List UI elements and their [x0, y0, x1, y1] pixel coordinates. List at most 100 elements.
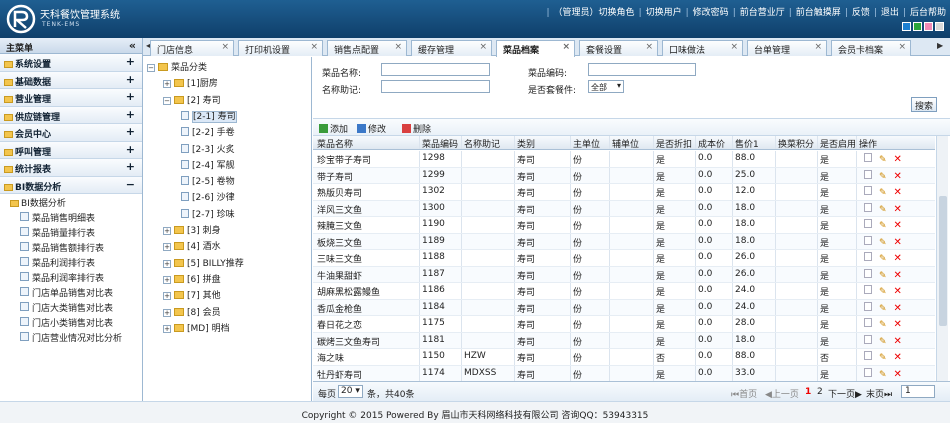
view-detail-icon[interactable] [864, 318, 872, 327]
close-icon[interactable]: × [730, 42, 738, 52]
table-row[interactable]: 三味三文鱼 1188 寿司份是 0.0 26.0 是 ✎ ✕ [313, 250, 935, 267]
bi-report-item[interactable]: 菜品利润率排行表 [0, 269, 142, 284]
close-icon[interactable]: × [221, 42, 229, 52]
bi-report-item[interactable]: 菜品销量排行表 [0, 224, 142, 239]
expand-icon[interactable]: + [126, 73, 135, 86]
table-row[interactable]: 胡麻黑松露鳗鱼 1186 寿司份是 0.0 24.0 是 ✎ ✕ [313, 283, 935, 300]
tab-6[interactable]: 口味做法 × [662, 40, 743, 56]
delete-x-icon[interactable]: ✕ [894, 352, 902, 363]
table-scrollbar[interactable] [936, 136, 948, 381]
table-row[interactable]: 熟版贝寿司 1302 寿司份是 0.0 12.0 是 ✎ ✕ [313, 184, 935, 201]
edit-pencil-icon[interactable]: ✎ [879, 304, 887, 314]
expand-icon[interactable]: + [126, 108, 135, 121]
mnemonic-input[interactable] [381, 80, 490, 93]
nav-link-4[interactable]: 前台触摸屏 [796, 8, 841, 18]
delete-x-icon[interactable]: ✕ [894, 336, 902, 347]
expand-icon[interactable]: + [163, 275, 171, 284]
edit-pencil-icon[interactable]: ✎ [879, 188, 887, 198]
tree-node[interactable]: + [5] BILLY推荐 [163, 256, 244, 269]
delete-x-icon[interactable]: ✕ [894, 220, 902, 231]
edit-pencil-icon[interactable]: ✎ [879, 205, 887, 215]
theme-swatch-2[interactable] [924, 22, 933, 31]
expand-icon[interactable]: + [126, 143, 135, 156]
edit-pencil-icon[interactable]: ✎ [879, 337, 887, 347]
delete-x-icon[interactable]: ✕ [894, 237, 902, 248]
goto-page-input[interactable]: 1 [901, 385, 935, 398]
sidebar-section-2[interactable]: 营业管理 + [0, 89, 142, 107]
tree-node[interactable]: [2-6] 沙律 [181, 190, 235, 203]
delete-x-icon[interactable]: ✕ [894, 204, 902, 215]
add-button[interactable]: 添加 [319, 122, 348, 135]
tree-node[interactable]: [2-2] 手卷 [181, 125, 235, 138]
delete-button[interactable]: 删除 [402, 122, 431, 135]
edit-pencil-icon[interactable]: ✎ [879, 287, 887, 297]
nav-link-5[interactable]: 反馈 [852, 8, 870, 18]
close-icon[interactable]: × [394, 42, 402, 52]
table-row[interactable]: 香瓜金枪鱼 1184 寿司份是 0.0 24.0 是 ✎ ✕ [313, 299, 935, 316]
expand-icon[interactable]: + [126, 55, 135, 68]
table-row[interactable]: 珍宝带子寿司 1298 寿司份是 0.0 88.0 是 ✎ ✕ [313, 151, 935, 168]
delete-x-icon[interactable]: ✕ [894, 171, 902, 182]
view-detail-icon[interactable] [864, 334, 872, 344]
page-1-link[interactable]: 1 [805, 387, 811, 397]
table-row[interactable]: 牛油果甜虾 1187 寿司份是 0.0 26.0 是 ✎ ✕ [313, 266, 935, 283]
view-detail-icon[interactable] [864, 351, 872, 360]
page-2-link[interactable]: 2 [817, 387, 823, 397]
tree-node[interactable]: + [6] 拼盘 [163, 272, 221, 285]
tree-node[interactable]: [2-1] 寿司 [181, 109, 237, 123]
edit-pencil-icon[interactable]: ✎ [879, 172, 887, 182]
bi-tree-root[interactable]: BI数据分析 [0, 194, 142, 209]
tab-1[interactable]: 打印机设置 × [238, 40, 323, 56]
table-row[interactable]: 板烧三文鱼 1189 寿司份是 0.0 18.0 是 ✎ ✕ [313, 233, 935, 250]
tab-0[interactable]: 门店信息 × [150, 40, 234, 56]
view-detail-icon[interactable] [864, 235, 872, 245]
edit-pencil-icon[interactable]: ✎ [879, 254, 887, 264]
bi-report-item[interactable]: 门店大类销售对比表 [0, 299, 142, 314]
tab-5[interactable]: 套餐设置 × [579, 40, 658, 56]
edit-pencil-icon[interactable]: ✎ [879, 271, 887, 281]
nav-link-3[interactable]: 前台营业厅 [740, 8, 785, 18]
tree-node[interactable]: + [8] 会员 [163, 305, 221, 318]
sidebar-section-0[interactable]: 系统设置 + [0, 54, 142, 72]
tab-2[interactable]: 销售点配置 × [327, 40, 407, 56]
view-detail-icon[interactable] [864, 153, 872, 162]
sidebar-section-6[interactable]: 统计报表 + [0, 159, 142, 177]
tree-root[interactable]: − 菜品分类 [147, 60, 207, 73]
delete-x-icon[interactable]: ✕ [894, 253, 902, 264]
nav-link-1[interactable]: 切换用户 [646, 8, 682, 18]
sidebar-section-3[interactable]: 供应链管理 + [0, 106, 142, 124]
expand-icon[interactable]: + [163, 227, 171, 235]
sidebar-section-1[interactable]: 基础数据 + [0, 71, 142, 89]
view-detail-icon[interactable] [864, 219, 872, 228]
tree-node[interactable]: + [4] 酒水 [163, 239, 221, 252]
table-row[interactable]: 海之味 1150 HZW 寿司份否 0.0 88.0 否 ✎ ✕ [313, 349, 935, 366]
view-detail-icon[interactable] [864, 169, 872, 179]
theme-swatch-0[interactable] [902, 22, 911, 31]
expand-icon[interactable]: + [163, 243, 171, 252]
tab-scroll-right-icon[interactable]: ▶ [937, 41, 947, 54]
table-row[interactable]: 碳烤三文鱼寿司 1181 寿司份是 0.0 18.0 是 ✎ ✕ [313, 332, 935, 349]
tree-node[interactable]: + [1]厨房 [163, 76, 218, 89]
bi-report-item[interactable]: 门店营业情况对比分析 [0, 329, 142, 344]
page-size-select[interactable]: 20 ▾ [338, 385, 363, 398]
expand-icon[interactable]: + [126, 125, 135, 138]
tree-node[interactable]: [2-5] 卷物 [181, 174, 235, 187]
view-detail-icon[interactable] [864, 202, 872, 212]
sidebar-section-4[interactable]: 会员中心 + [0, 124, 142, 142]
set-meal-select[interactable]: 全部 ▾ [588, 80, 624, 93]
tree-node[interactable]: [2-7] 珍味 [181, 207, 235, 220]
expand-icon[interactable]: + [163, 324, 171, 333]
tab-8[interactable]: 会员卡档案 × [831, 40, 911, 56]
last-page-button[interactable]: 末页⏭ [866, 387, 892, 400]
view-detail-icon[interactable] [864, 285, 872, 294]
view-detail-icon[interactable] [864, 186, 872, 195]
dish-name-input[interactable] [381, 63, 490, 76]
collapse-icon[interactable]: − [163, 96, 171, 105]
prev-page-button[interactable]: ◀上一页 [765, 387, 799, 400]
search-button[interactable]: 搜索 [911, 97, 937, 112]
delete-x-icon[interactable]: ✕ [894, 369, 902, 380]
theme-swatch-3[interactable] [935, 22, 944, 31]
tree-node[interactable]: [2-4] 军舰 [181, 158, 235, 171]
theme-swatch-1[interactable] [913, 22, 922, 31]
next-page-button[interactable]: 下一页▶ [828, 387, 862, 400]
